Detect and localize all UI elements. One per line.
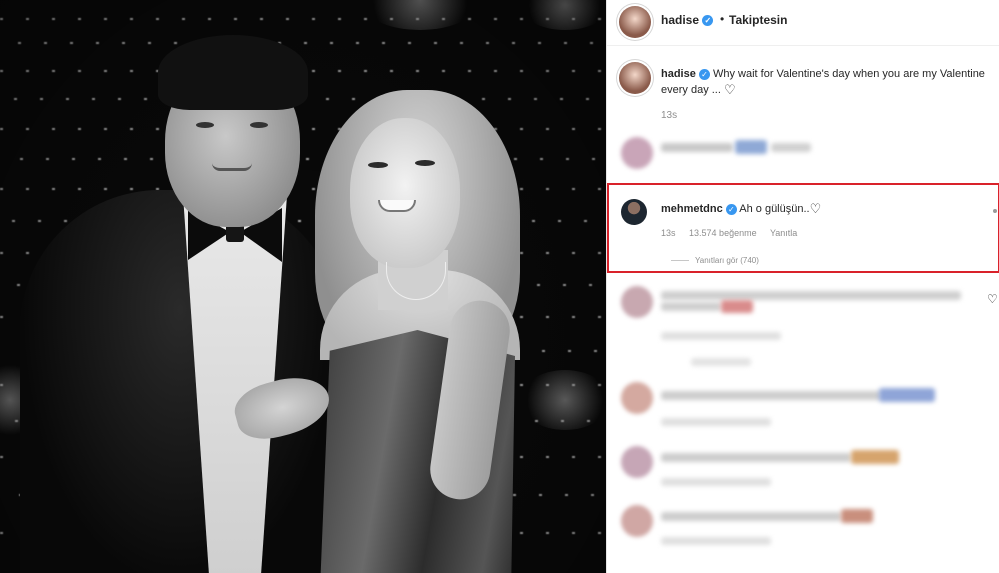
- blurred-comment-text: [661, 512, 841, 521]
- caption-timestamp: 13s: [661, 110, 678, 121]
- comments-panel: hadise ✓ • Takiptesin hadise ✓ Why wait …: [606, 0, 999, 573]
- highlighted-comment: mehmetdnc ✓ Ah o gülüşün..♡: [661, 201, 821, 217]
- comment-timestamp: 13s: [661, 228, 676, 238]
- blurred-emoji: [721, 300, 753, 313]
- blurred-avatar: [621, 505, 653, 537]
- verified-badge-icon: ✓: [702, 15, 714, 27]
- verified-badge-icon: ✓: [725, 203, 737, 215]
- blurred-emoji: [841, 509, 873, 523]
- post-caption: hadise ✓ Why wait for Valentine's day wh…: [661, 66, 991, 98]
- comment-likes[interactable]: 13.574 beğenme: [689, 228, 757, 238]
- woman-face: [350, 118, 460, 268]
- author-avatar[interactable]: [619, 6, 651, 38]
- comment-meta: 13s 13.574 beğenme Yanıtla: [661, 228, 808, 238]
- blurred-avatar: [621, 382, 653, 414]
- reply-button[interactable]: Yanıtla: [770, 228, 797, 238]
- man-hair: [158, 35, 308, 110]
- heart-outline-icon[interactable]: ♡: [987, 292, 998, 306]
- post-photo: [0, 0, 606, 573]
- scroll-indicator: [993, 209, 997, 213]
- blurred-comment-text: [661, 291, 961, 300]
- commenter-avatar[interactable]: [621, 199, 647, 225]
- blurred-comment-text: [661, 453, 851, 462]
- caption-text: Why wait for Valentine's day when you ar…: [661, 68, 985, 96]
- post-header: hadise ✓ • Takiptesin: [607, 0, 999, 46]
- author-username-header[interactable]: hadise ✓: [661, 13, 714, 27]
- blurred-avatar: [621, 446, 653, 478]
- blurred-comment-text: [661, 143, 733, 152]
- caption-author-avatar[interactable]: [619, 62, 651, 94]
- heart-outline-icon[interactable]: ♡: [810, 201, 822, 217]
- blurred-emoji: [735, 140, 767, 154]
- commenter-username[interactable]: mehmetdnc: [661, 203, 723, 215]
- view-replies-link[interactable]: Yanıtları gör (740): [671, 256, 759, 265]
- blurred-avatar: [621, 286, 653, 318]
- comment-text: Ah o gülüşün..: [739, 203, 810, 215]
- blurred-avatar: [621, 137, 653, 169]
- blurred-emoji: [879, 388, 935, 402]
- heart-outline-icon: ♡: [723, 82, 736, 97]
- follow-status[interactable]: Takiptesin: [729, 13, 787, 27]
- blurred-emoji: [851, 450, 899, 464]
- caption-author[interactable]: hadise: [661, 68, 696, 80]
- separator-dot: •: [720, 12, 725, 26]
- blurred-comment-text: [661, 391, 881, 400]
- verified-badge-icon: ✓: [698, 68, 710, 80]
